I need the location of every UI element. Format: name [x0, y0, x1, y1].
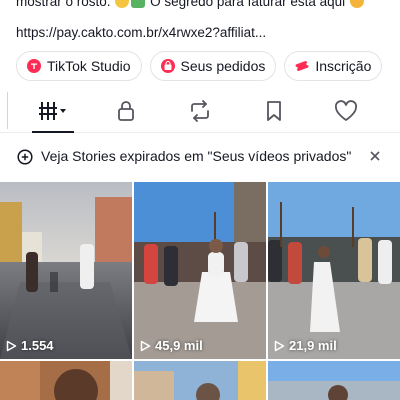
pointing-down-emoji-icon	[349, 0, 364, 8]
money-emoji-icon	[131, 0, 146, 8]
repost-icon	[191, 100, 209, 122]
view-count: 1.554	[6, 338, 54, 353]
shopping-bag-icon	[160, 59, 175, 73]
video-thumbnail[interactable]: 21,9 mil	[268, 182, 400, 359]
video-thumbnail[interactable]	[268, 361, 400, 400]
profile-tabs	[0, 89, 400, 133]
video-image	[0, 182, 132, 359]
video-thumbnail[interactable]	[134, 361, 266, 400]
stories-banner[interactable]: Veja Stories expirados em "Seus vídeos p…	[0, 134, 400, 180]
chevron-down-icon	[60, 109, 66, 113]
tab-liked[interactable]	[328, 89, 364, 133]
chip-label: Seus pedidos	[180, 58, 266, 74]
ticket-icon	[295, 61, 310, 71]
add-story-icon	[17, 149, 33, 165]
view-count: 21,9 mil	[274, 338, 337, 353]
chip-label: Inscrição	[315, 58, 372, 74]
grid-icon	[39, 102, 66, 120]
active-tab-indicator	[32, 131, 74, 133]
tab-videos[interactable]	[28, 89, 78, 133]
bio-link[interactable]: https://pay.cakto.com.br/x4rwxe2?affilia…	[16, 24, 266, 42]
tab-reposts[interactable]	[182, 89, 218, 133]
lock-icon	[118, 101, 134, 121]
tab-private[interactable]	[108, 89, 144, 133]
video-image	[134, 361, 266, 400]
orders-chip[interactable]: Seus pedidos	[149, 51, 277, 81]
video-thumbnail[interactable]	[0, 361, 132, 400]
bookmark-icon	[267, 101, 281, 121]
video-image	[0, 361, 132, 400]
heart-icon	[334, 100, 358, 121]
tiktok-studio-icon	[27, 59, 41, 73]
bio-text: mostrar o rosto.	[16, 0, 111, 9]
video-thumbnail[interactable]: 1.554	[0, 182, 132, 359]
banner-text: Veja Stories expirados em "Seus vídeos p…	[41, 148, 352, 164]
bio-text-rest: O segredo para faturar está aqui	[150, 0, 346, 9]
tiktok-studio-chip[interactable]: TikTok Studio	[16, 51, 142, 81]
play-icon	[140, 340, 151, 351]
video-image	[134, 182, 266, 359]
chip-label: TikTok Studio	[47, 58, 131, 74]
play-icon	[6, 340, 17, 351]
tab-favorites[interactable]	[256, 89, 292, 133]
profile-chips: TikTok Studio Seus pedidos Inscrição	[16, 51, 383, 81]
view-count-text: 1.554	[21, 338, 54, 353]
close-icon[interactable]	[368, 149, 382, 163]
registration-chip[interactable]: Inscrição	[284, 51, 383, 81]
view-count-text: 21,9 mil	[289, 338, 337, 353]
bio-text-line: mostrar o rosto. O segredo para faturar …	[16, 0, 365, 11]
video-thumbnail[interactable]: 45,9 mil	[134, 182, 266, 359]
view-count-text: 45,9 mil	[155, 338, 203, 353]
video-image	[268, 361, 400, 400]
video-image	[268, 182, 400, 359]
play-icon	[274, 340, 285, 351]
view-count: 45,9 mil	[140, 338, 203, 353]
smile-emoji-icon	[115, 0, 130, 8]
